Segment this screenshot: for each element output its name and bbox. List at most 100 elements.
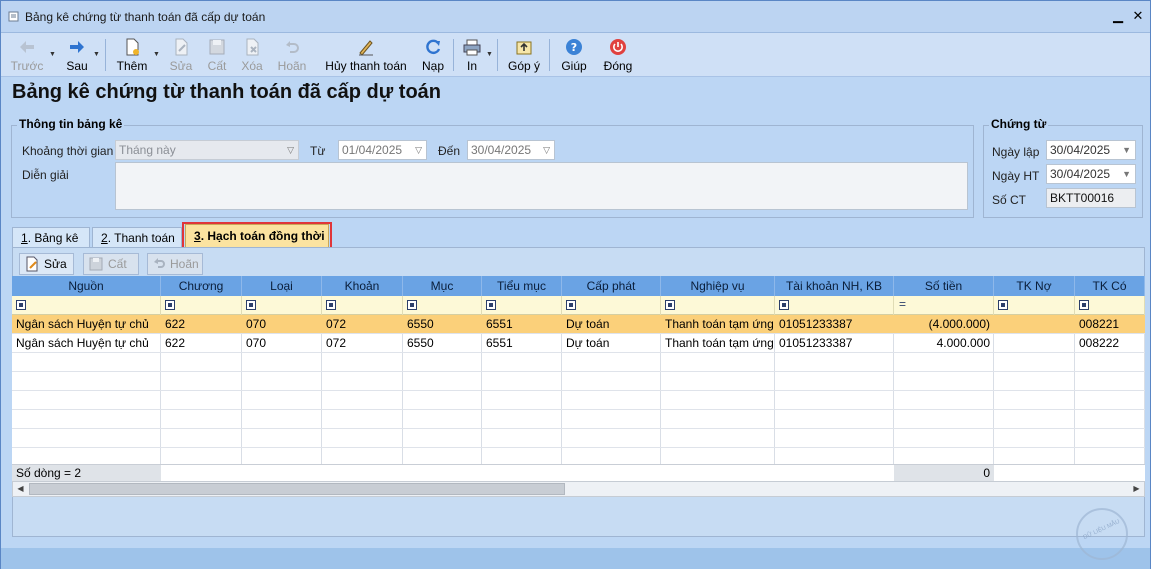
close-window-icon[interactable]: ✕ [1131, 9, 1145, 23]
cell-type[interactable]: 070 [242, 334, 322, 353]
tab-payment[interactable]: 2. Thanh toán [92, 227, 182, 248]
cell-credit-account[interactable]: 008221 [1075, 315, 1145, 334]
refresh-icon [426, 39, 441, 55]
cell-source[interactable]: Ngân sách Huyện tự chủ [12, 315, 161, 334]
save-disk-icon [89, 257, 103, 271]
to-date-input[interactable]: 30/04/2025 ▽ [467, 140, 555, 160]
cell-item[interactable]: 072 [322, 334, 403, 353]
column-header-debit-account[interactable]: TK Nợ [994, 276, 1075, 296]
cell-operation[interactable]: Thanh toán tạm ứng [661, 315, 775, 334]
column-header-type[interactable]: Loại [242, 276, 322, 296]
date-created-input[interactable]: 30/04/2025 ▼ [1046, 140, 1136, 160]
cell-chapter[interactable]: 622 [161, 334, 242, 353]
cell-bank-account[interactable]: 01051233387 [775, 334, 894, 353]
filter-icon [246, 300, 256, 310]
reload-button[interactable]: Nạp [419, 35, 447, 75]
table-row[interactable]: Ngân sách Huyện tự chủ 622 070 072 6550 6551 D… [12, 334, 1145, 353]
svg-text:?: ? [571, 41, 577, 54]
cell-credit-account[interactable]: 008222 [1075, 334, 1145, 353]
cancel-payment-button[interactable]: Hủy thanh toán [322, 35, 410, 75]
edit-document-icon [175, 38, 188, 56]
chevron-down-icon[interactable]: ▼ [93, 51, 100, 58]
grid-save-button[interactable]: Cất [83, 253, 139, 275]
filter-cell-debit-account[interactable] [994, 296, 1075, 315]
title-bar: Bảng kê chứng từ thanh toán đã cấp dự to… [1, 1, 1150, 33]
filter-cell-section[interactable] [403, 296, 482, 315]
table-row[interactable]: Ngân sách Huyện tự chủ 622 070 072 6550 6551 D… [12, 315, 1145, 334]
undo-button[interactable]: Hoãn [276, 35, 308, 75]
add-button[interactable]: Thêm ▼ [115, 35, 160, 75]
cell-allocation[interactable]: Dự toán [562, 334, 661, 353]
edit-button[interactable]: Sửa [169, 35, 193, 75]
chevron-down-icon: ▽ [415, 145, 422, 155]
empty-row [12, 372, 1145, 391]
filter-cell-type[interactable] [242, 296, 322, 315]
next-button[interactable]: Sau ▼ [63, 35, 100, 75]
filter-cell-bank-account[interactable] [775, 296, 894, 315]
filter-cell-operation[interactable] [661, 296, 775, 315]
chevron-down-icon[interactable]: ▼ [153, 51, 160, 58]
scroll-thumb[interactable] [29, 483, 565, 495]
chevron-down-icon[interactable]: ▼ [486, 51, 493, 58]
horizontal-scrollbar[interactable]: ◀ ▶ [12, 481, 1145, 497]
cell-bank-account[interactable]: 01051233387 [775, 315, 894, 334]
cell-debit-account[interactable] [994, 334, 1075, 353]
cell-section[interactable]: 6550 [403, 334, 482, 353]
column-header-chapter[interactable]: Chương [161, 276, 242, 296]
scroll-right-icon[interactable]: ▶ [1129, 482, 1144, 496]
description-input[interactable] [115, 162, 968, 210]
feedback-upload-icon [516, 41, 532, 55]
cell-allocation[interactable]: Dự toán [562, 315, 661, 334]
filter-cell-allocation[interactable] [562, 296, 661, 315]
cell-operation[interactable]: Thanh toán tạm ứng [661, 334, 775, 353]
tab-list[interactable]: 1. Bảng kê [12, 227, 90, 248]
delete-button[interactable]: Xóa [239, 35, 265, 75]
cell-chapter[interactable]: 622 [161, 315, 242, 334]
column-header-subsection[interactable]: Tiểu mục [482, 276, 562, 296]
column-header-credit-account[interactable]: TK Có [1075, 276, 1145, 296]
filter-cell-amount[interactable]: = [894, 296, 994, 315]
column-header-amount[interactable]: Số tiền [894, 276, 994, 296]
filter-cell-credit-account[interactable] [1075, 296, 1145, 315]
filter-icon [165, 300, 175, 310]
page-title: Bảng kê chứng từ thanh toán đã cấp dự to… [12, 81, 442, 103]
filter-cell-chapter[interactable] [161, 296, 242, 315]
filter-cell-item[interactable] [322, 296, 403, 315]
cell-section[interactable]: 6550 [403, 315, 482, 334]
close-button[interactable]: Đóng [601, 35, 635, 75]
window-title: Bảng kê chứng từ thanh toán đã cấp dự to… [25, 10, 266, 24]
filter-cell-source[interactable] [12, 296, 161, 315]
grid-edit-button[interactable]: Sửa [19, 253, 74, 275]
cell-amount[interactable]: (4.000.000) [894, 315, 994, 334]
cell-amount[interactable]: 4.000.000 [894, 334, 994, 353]
cell-subsection[interactable]: 6551 [482, 334, 562, 353]
chevron-down-icon[interactable]: ▼ [49, 51, 56, 58]
column-header-section[interactable]: Mục [403, 276, 482, 296]
scroll-left-icon[interactable]: ◀ [13, 482, 28, 496]
column-header-item[interactable]: Khoản [322, 276, 403, 296]
chevron-down-icon: ▽ [287, 145, 294, 155]
feedback-button[interactable]: Góp ý [506, 35, 542, 75]
cell-item[interactable]: 072 [322, 315, 403, 334]
cell-subsection[interactable]: 6551 [482, 315, 562, 334]
from-label: Từ [310, 144, 326, 158]
date-posted-input[interactable]: 30/04/2025 ▼ [1046, 164, 1136, 184]
column-header-allocation[interactable]: Cấp phát [562, 276, 661, 296]
column-header-source[interactable]: Nguồn [12, 276, 161, 296]
save-button[interactable]: Cất [205, 35, 229, 75]
from-date-input[interactable]: 01/04/2025 ▽ [338, 140, 427, 160]
prev-button[interactable]: Trước ▼ [9, 35, 56, 75]
save-disk-icon [209, 39, 225, 55]
cell-debit-account[interactable] [994, 315, 1075, 334]
column-header-bank-account[interactable]: Tài khoản NH, KB [775, 276, 894, 296]
cell-type[interactable]: 070 [242, 315, 322, 334]
minimize-icon[interactable]: ▁ [1111, 9, 1125, 23]
cell-source[interactable]: Ngân sách Huyện tự chủ [12, 334, 161, 353]
grid-undo-button[interactable]: Hoãn [147, 253, 203, 275]
period-select[interactable]: Tháng này ▽ [115, 140, 299, 160]
voucher-number-label: Số CT [992, 193, 1027, 207]
print-button[interactable]: In ▼ [460, 35, 493, 75]
column-header-operation[interactable]: Nghiệp vụ [661, 276, 775, 296]
help-button[interactable]: ? Giúp [559, 35, 589, 75]
filter-cell-subsection[interactable] [482, 296, 562, 315]
